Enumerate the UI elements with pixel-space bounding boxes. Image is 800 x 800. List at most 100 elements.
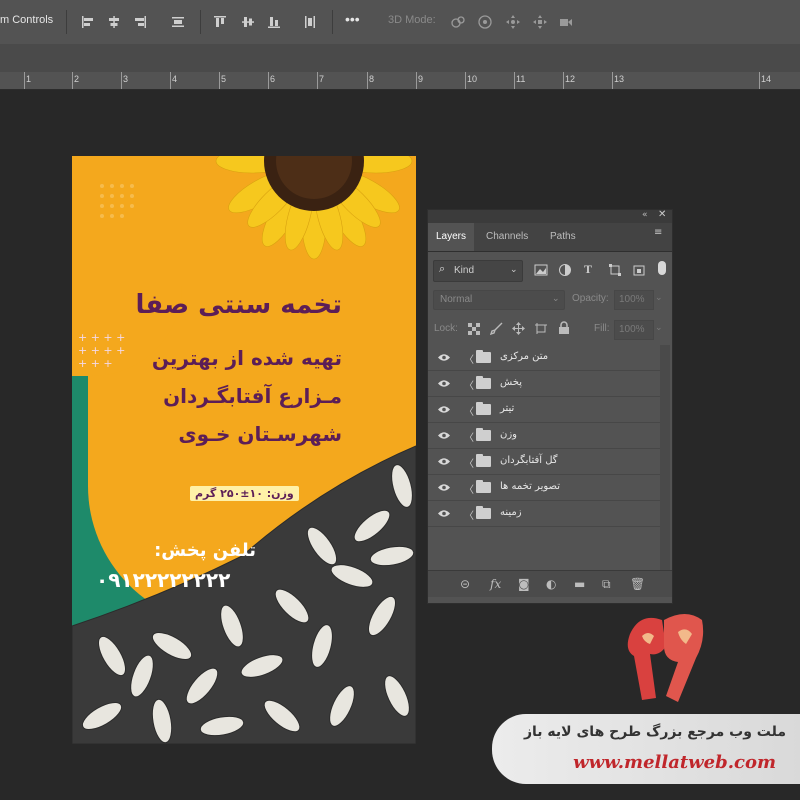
3d-orbit-icon[interactable] bbox=[450, 14, 466, 30]
tab-layers[interactable]: Layers bbox=[428, 223, 475, 251]
layer-row[interactable]: 〈 پخش bbox=[428, 371, 660, 397]
chevron-right-icon[interactable]: 〈 bbox=[464, 481, 474, 496]
ruler-number: 14 bbox=[761, 74, 772, 84]
ruler-number: 12 bbox=[565, 74, 576, 84]
filter-kind-select[interactable]: ⌕ Kind ⌄ bbox=[433, 260, 523, 282]
folder-icon bbox=[476, 402, 491, 415]
watermark-url[interactable]: www.mellatweb.com bbox=[573, 752, 776, 773]
panel-tabs: Layers Channels Paths ≡ bbox=[428, 223, 672, 252]
opacity-label: Opacity: bbox=[572, 293, 609, 304]
shape-filter-icon[interactable] bbox=[608, 263, 622, 277]
layer-name: گل آفتابگردان bbox=[500, 455, 558, 466]
fx-icon[interactable]: fx bbox=[490, 577, 501, 591]
distribute-icon[interactable] bbox=[170, 14, 186, 30]
chevron-down-icon[interactable]: ⌄ bbox=[655, 292, 663, 303]
new-group-icon[interactable]: ▬ bbox=[574, 577, 585, 591]
align-top-icon[interactable] bbox=[212, 14, 228, 30]
lock-move-icon[interactable] bbox=[512, 322, 525, 335]
eye-icon[interactable] bbox=[438, 379, 450, 388]
pixel-filter-icon[interactable] bbox=[534, 263, 548, 277]
tab-paths[interactable]: Paths bbox=[542, 223, 584, 251]
ruler-number: 10 bbox=[467, 74, 478, 84]
opacity-value: 100% bbox=[619, 294, 645, 305]
ruler-tick bbox=[612, 72, 613, 89]
poster-line-1: تهیه شده از بهترین bbox=[151, 346, 342, 370]
eye-icon[interactable] bbox=[438, 405, 450, 414]
layers-scrollbar[interactable] bbox=[660, 345, 670, 570]
lock-brush-icon[interactable] bbox=[490, 322, 503, 335]
fill-label: Fill: bbox=[594, 323, 610, 334]
ruler-number: 9 bbox=[418, 74, 424, 84]
filter-row: ⌕ Kind ⌄ T bbox=[428, 260, 672, 282]
plus-pattern: + + + + + + + + + + + bbox=[78, 331, 125, 370]
chevron-right-icon[interactable]: 〈 bbox=[464, 351, 474, 366]
ruler-tick bbox=[24, 72, 25, 89]
ruler-tick bbox=[317, 72, 318, 89]
align-left-icon[interactable] bbox=[80, 14, 96, 30]
ruler-number: 1 bbox=[26, 74, 32, 84]
collapse-icon[interactable]: « bbox=[642, 210, 648, 220]
chevron-right-icon[interactable]: 〈 bbox=[464, 377, 474, 392]
eye-icon[interactable] bbox=[438, 483, 450, 492]
tab-channels[interactable]: Channels bbox=[478, 223, 536, 251]
ruler-number: 7 bbox=[319, 74, 325, 84]
eye-icon[interactable] bbox=[438, 457, 450, 466]
lock-artboard-icon[interactable] bbox=[534, 322, 548, 335]
layer-row[interactable]: 〈 تصویر تخمه ها bbox=[428, 475, 660, 501]
blend-row: Normal ⌄ Opacity: 100% ⌄ bbox=[428, 290, 672, 310]
close-panel-icon[interactable]: ✕ bbox=[658, 209, 666, 220]
3d-camera-icon[interactable] bbox=[558, 14, 574, 30]
layer-row[interactable]: 〈 زمینه bbox=[428, 501, 660, 527]
ruler-tick bbox=[367, 72, 368, 89]
eye-icon[interactable] bbox=[438, 431, 450, 440]
lock-label: Lock: bbox=[434, 323, 458, 334]
chevron-right-icon[interactable]: 〈 bbox=[464, 403, 474, 418]
align-center-h-icon[interactable] bbox=[106, 14, 122, 30]
dot-pattern bbox=[100, 184, 134, 218]
add-mask-icon[interactable]: ◙ bbox=[518, 577, 530, 591]
filter-toggle[interactable] bbox=[658, 261, 666, 275]
layer-row[interactable]: 〈 متن مرکزی bbox=[428, 345, 660, 371]
layers-footer: ⊝ fx ◙ ◐ ▬ ⧉ 🗑 bbox=[428, 570, 672, 597]
folder-icon bbox=[476, 428, 491, 441]
layer-row[interactable]: 〈 وزن bbox=[428, 423, 660, 449]
new-layer-icon[interactable]: ⧉ bbox=[602, 577, 611, 592]
panel-menu-icon[interactable]: ≡ bbox=[654, 228, 662, 238]
eye-icon[interactable] bbox=[438, 353, 450, 362]
3d-slide-icon[interactable] bbox=[532, 14, 548, 30]
chevron-right-icon[interactable]: 〈 bbox=[464, 507, 474, 522]
trash-icon[interactable]: 🗑 bbox=[630, 577, 645, 591]
distribute-vertical-icon[interactable] bbox=[302, 14, 318, 30]
search-icon: ⌕ bbox=[439, 263, 446, 275]
layer-row[interactable]: 〈 گل آفتابگردان bbox=[428, 449, 660, 475]
link-layers-icon[interactable]: ⊝ bbox=[460, 577, 470, 591]
fill-value: 100% bbox=[619, 324, 645, 335]
separator bbox=[66, 10, 67, 34]
poster-illustration: + + + + + + + + + + + bbox=[72, 156, 416, 744]
align-middle-icon[interactable] bbox=[240, 14, 256, 30]
type-filter-icon[interactable]: T bbox=[584, 262, 592, 277]
3d-pan-icon[interactable] bbox=[505, 14, 521, 30]
chevron-right-icon[interactable]: 〈 bbox=[464, 455, 474, 470]
opacity-input[interactable]: 100% bbox=[614, 290, 654, 310]
folder-icon bbox=[476, 454, 491, 467]
3d-roll-icon[interactable] bbox=[477, 14, 493, 30]
lock-transparent-icon[interactable] bbox=[468, 323, 480, 335]
folder-icon bbox=[476, 506, 491, 519]
adjustment-layer-icon[interactable]: ◐ bbox=[546, 577, 556, 591]
lock-all-icon[interactable] bbox=[558, 321, 570, 335]
chevron-down-icon[interactable]: ⌄ bbox=[655, 322, 663, 333]
transform-controls-label[interactable]: m Controls bbox=[0, 14, 53, 26]
smart-object-filter-icon[interactable] bbox=[632, 263, 646, 277]
align-bottom-icon[interactable] bbox=[266, 14, 282, 30]
fill-input[interactable]: 100% bbox=[614, 320, 654, 340]
chevron-right-icon[interactable]: 〈 bbox=[464, 429, 474, 444]
more-options-icon[interactable]: ••• bbox=[345, 11, 360, 27]
chevron-down-icon: ⌄ bbox=[552, 293, 560, 303]
adjustment-filter-icon[interactable] bbox=[558, 263, 572, 277]
eye-icon[interactable] bbox=[438, 509, 450, 518]
separator bbox=[332, 10, 333, 34]
blend-mode-select[interactable]: Normal ⌄ bbox=[433, 290, 565, 310]
layer-row[interactable]: 〈 تیتر bbox=[428, 397, 660, 423]
align-right-icon[interactable] bbox=[132, 14, 148, 30]
